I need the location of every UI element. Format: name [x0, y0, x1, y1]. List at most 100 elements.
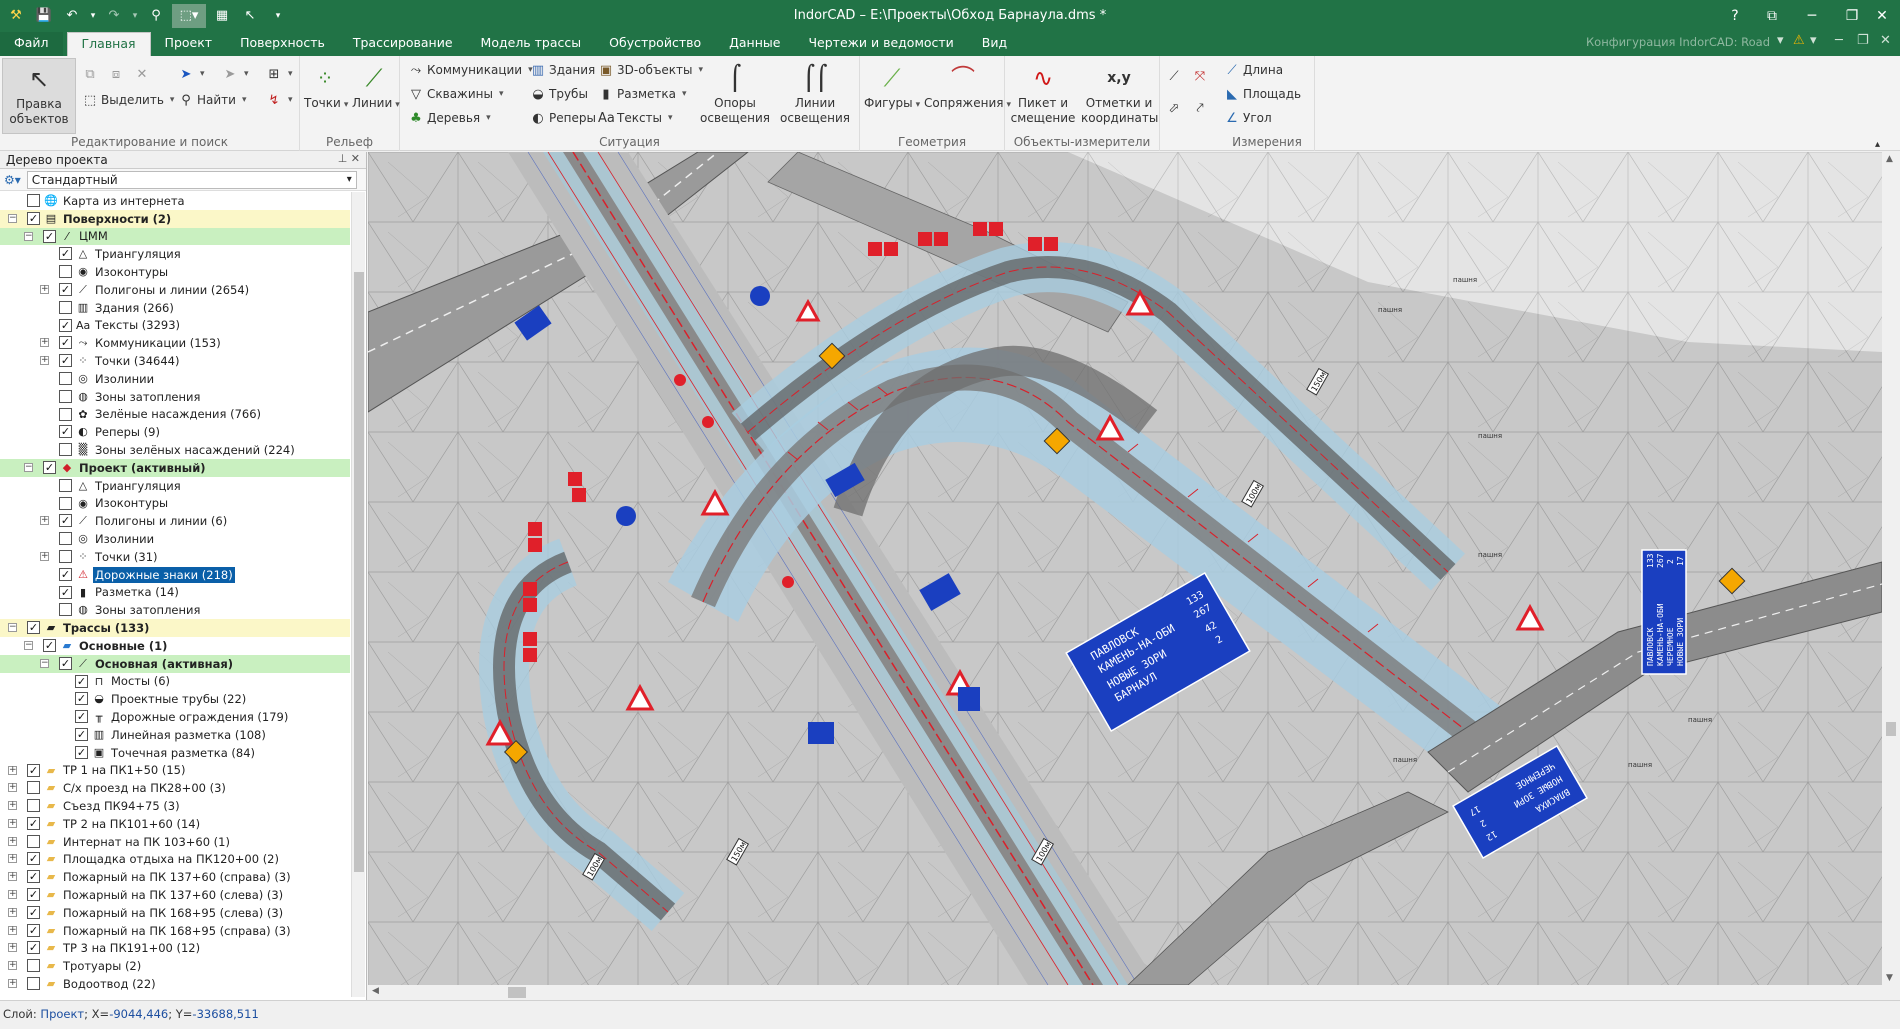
- visibility-checkbox[interactable]: [27, 977, 40, 991]
- visibility-checkbox[interactable]: ✓: [75, 727, 88, 741]
- tree-node[interactable]: + ✓ ⤳ Коммуникации (153): [0, 334, 350, 352]
- tab-file[interactable]: Файл: [0, 32, 63, 56]
- expand-toggle-icon[interactable]: +: [40, 516, 49, 526]
- tree-node[interactable]: ▒ Зоны зелёных насаждений (224): [0, 441, 350, 459]
- tree-node[interactable]: + ✓ ▰ Пожарный на ПК 168+95 (справа) (3): [0, 922, 350, 940]
- scroll-down-icon[interactable]: ▼: [1886, 973, 1893, 983]
- expand-toggle-icon[interactable]: +: [8, 801, 17, 811]
- tree-node[interactable]: ✿ Зелёные насаждения (766): [0, 406, 350, 424]
- tree-scroll-thumb[interactable]: [354, 272, 364, 872]
- map-horizontal-scrollbar[interactable]: ◀: [368, 985, 1882, 1000]
- visibility-checkbox[interactable]: ✓: [43, 638, 56, 652]
- visibility-checkbox[interactable]: ✓: [43, 460, 56, 474]
- tree-node[interactable]: ✓ ◐ Реперы (9): [0, 423, 350, 441]
- visibility-checkbox[interactable]: ✓: [59, 318, 72, 332]
- coords-button[interactable]: x,y Отметки и координаты: [1081, 62, 1158, 126]
- collapse-toggle-icon[interactable]: −: [40, 658, 49, 668]
- objects-3d-button[interactable]: ▣ 3D-объекты: [598, 60, 703, 80]
- tree-node[interactable]: ✓ Aa Тексты (3293): [0, 317, 350, 335]
- marking-button[interactable]: ▮ Разметка: [598, 84, 687, 104]
- redo-dropdown-icon[interactable]: ▾: [130, 4, 140, 28]
- tree-node[interactable]: + ▰ Съезд ПК94+75 (3): [0, 797, 350, 815]
- visibility-checkbox[interactable]: ✓: [27, 621, 40, 635]
- tree-node[interactable]: + ✓ ⟋ Полигоны и линии (6): [0, 512, 350, 530]
- benchmarks-button[interactable]: ◐ Реперы: [530, 108, 596, 128]
- ribbon-collapse-icon[interactable]: ▴: [1875, 134, 1880, 154]
- visibility-checkbox[interactable]: ✓: [27, 763, 40, 777]
- tree-node[interactable]: ◍ Зоны затопления: [0, 601, 350, 619]
- tab-arrangement[interactable]: Обустройство: [595, 32, 715, 56]
- conjugations-button[interactable]: ⌒ Сопряжения: [924, 62, 1011, 113]
- visibility-checkbox[interactable]: [59, 389, 72, 403]
- picket-offset-button[interactable]: ∿ Пикет и смещение: [1007, 62, 1079, 126]
- area-button[interactable]: ◣ Площадь: [1224, 84, 1301, 104]
- zoom-tool-icon[interactable]: ⚲: [144, 4, 168, 28]
- scroll-left-icon[interactable]: ◀: [372, 986, 379, 996]
- tree-node[interactable]: △ Триангуляция: [0, 477, 350, 495]
- tree-scrollbar[interactable]: [351, 192, 365, 997]
- scroll-up-icon[interactable]: ▲: [1886, 154, 1893, 164]
- expand-toggle-icon[interactable]: +: [8, 925, 17, 935]
- tree-node[interactable]: − ✓ ⟋ Основная (активная): [0, 654, 350, 673]
- tree-node[interactable]: + ▰ Водоотвод (22): [0, 975, 350, 993]
- tree-node[interactable]: − ✓ ▰ Трассы (133): [0, 619, 350, 637]
- visibility-checkbox[interactable]: ✓: [27, 870, 40, 884]
- figures-button[interactable]: ⟋ Фигуры: [864, 62, 920, 113]
- tree-node[interactable]: + ✓ ⁘ Точки (34644): [0, 352, 350, 370]
- tree-node[interactable]: − ✓ ▰ Основные (1): [0, 637, 350, 655]
- visibility-checkbox[interactable]: ✓: [59, 247, 72, 261]
- doc-close-button[interactable]: ✕: [1880, 33, 1891, 48]
- tree-node[interactable]: ✓ ╥ Дорожные ограждения (179): [0, 708, 350, 726]
- visibility-checkbox[interactable]: [27, 194, 40, 207]
- tree-node[interactable]: + ✓ ▰ Пожарный на ПК 137+60 (слева) (3): [0, 886, 350, 904]
- delete-tool-icon[interactable]: ✕: [134, 64, 150, 84]
- expand-toggle-icon[interactable]: +: [40, 356, 49, 366]
- help-button[interactable]: ?: [1715, 0, 1755, 31]
- tree-node[interactable]: ▥ Здания (266): [0, 299, 350, 317]
- pointer-icon[interactable]: ↖: [238, 4, 262, 28]
- tree-node[interactable]: ◉ Изоконтуры: [0, 495, 350, 513]
- tree-node[interactable]: ✓ ⊓ Мосты (6): [0, 673, 350, 691]
- visibility-checkbox[interactable]: [59, 603, 72, 617]
- points-button[interactable]: ⁘ Точки: [304, 62, 348, 113]
- expand-toggle-icon[interactable]: +: [8, 979, 17, 989]
- select-arrow-icon[interactable]: ➤: [178, 64, 205, 84]
- redo-icon[interactable]: ↷: [102, 4, 126, 28]
- visibility-checkbox[interactable]: [27, 781, 40, 795]
- visibility-checkbox[interactable]: ✓: [59, 282, 72, 296]
- visibility-checkbox[interactable]: ✓: [75, 692, 88, 706]
- expand-toggle-icon[interactable]: +: [8, 836, 17, 846]
- visibility-checkbox[interactable]: ✓: [27, 941, 40, 955]
- panel-pin-close-icon[interactable]: ⊥ ✕: [338, 152, 360, 165]
- communications-button[interactable]: ⤳ Коммуникации: [408, 60, 533, 80]
- tree-node[interactable]: − ✓ ◆ Проект (активный): [0, 458, 350, 477]
- tree-node[interactable]: ◍ Зоны затопления: [0, 388, 350, 406]
- lines-button[interactable]: ⟋ Линии: [352, 62, 400, 113]
- expand-toggle-icon[interactable]: +: [40, 284, 49, 294]
- tab-home[interactable]: Главная: [66, 32, 151, 56]
- visibility-checkbox[interactable]: ✓: [59, 567, 72, 581]
- filter-select[interactable]: Стандартный: [26, 170, 357, 189]
- expand-toggle-icon[interactable]: +: [8, 961, 17, 971]
- tree-node[interactable]: − ✓ ⁄ ЦММ: [0, 227, 350, 246]
- visibility-checkbox[interactable]: ✓: [59, 656, 72, 670]
- expand-toggle-icon[interactable]: +: [40, 338, 49, 348]
- copy-tool-icon[interactable]: ⧉: [82, 64, 98, 84]
- expand-toggle-icon[interactable]: +: [8, 765, 17, 775]
- expand-toggle-icon[interactable]: +: [8, 818, 17, 828]
- trees-button[interactable]: ♣ Деревья: [408, 108, 491, 128]
- visibility-checkbox[interactable]: ✓: [27, 211, 40, 225]
- tree-node[interactable]: ✓ ▮ Разметка (14): [0, 584, 350, 602]
- save-icon[interactable]: 💾: [32, 4, 56, 28]
- tree-node[interactable]: ✓ ⚠ Дорожные знаки (218): [0, 566, 350, 584]
- edit-objects-button[interactable]: ↖ Правка объектов: [2, 58, 76, 134]
- measure-tool-3-icon[interactable]: ⬀: [1166, 98, 1182, 118]
- expand-toggle-icon[interactable]: +: [8, 943, 17, 953]
- tree-node[interactable]: ◎ Изолинии: [0, 370, 350, 388]
- collapse-toggle-icon[interactable]: −: [24, 462, 33, 472]
- length-button[interactable]: ⟋ Длина: [1224, 60, 1283, 80]
- visibility-checkbox[interactable]: [59, 496, 72, 510]
- configuration-label[interactable]: Конфигурация IndorCAD: Road: [1586, 35, 1770, 49]
- buildings-button[interactable]: ▥ Здания: [530, 60, 595, 80]
- tree-node[interactable]: + ⁘ Точки (31): [0, 548, 350, 566]
